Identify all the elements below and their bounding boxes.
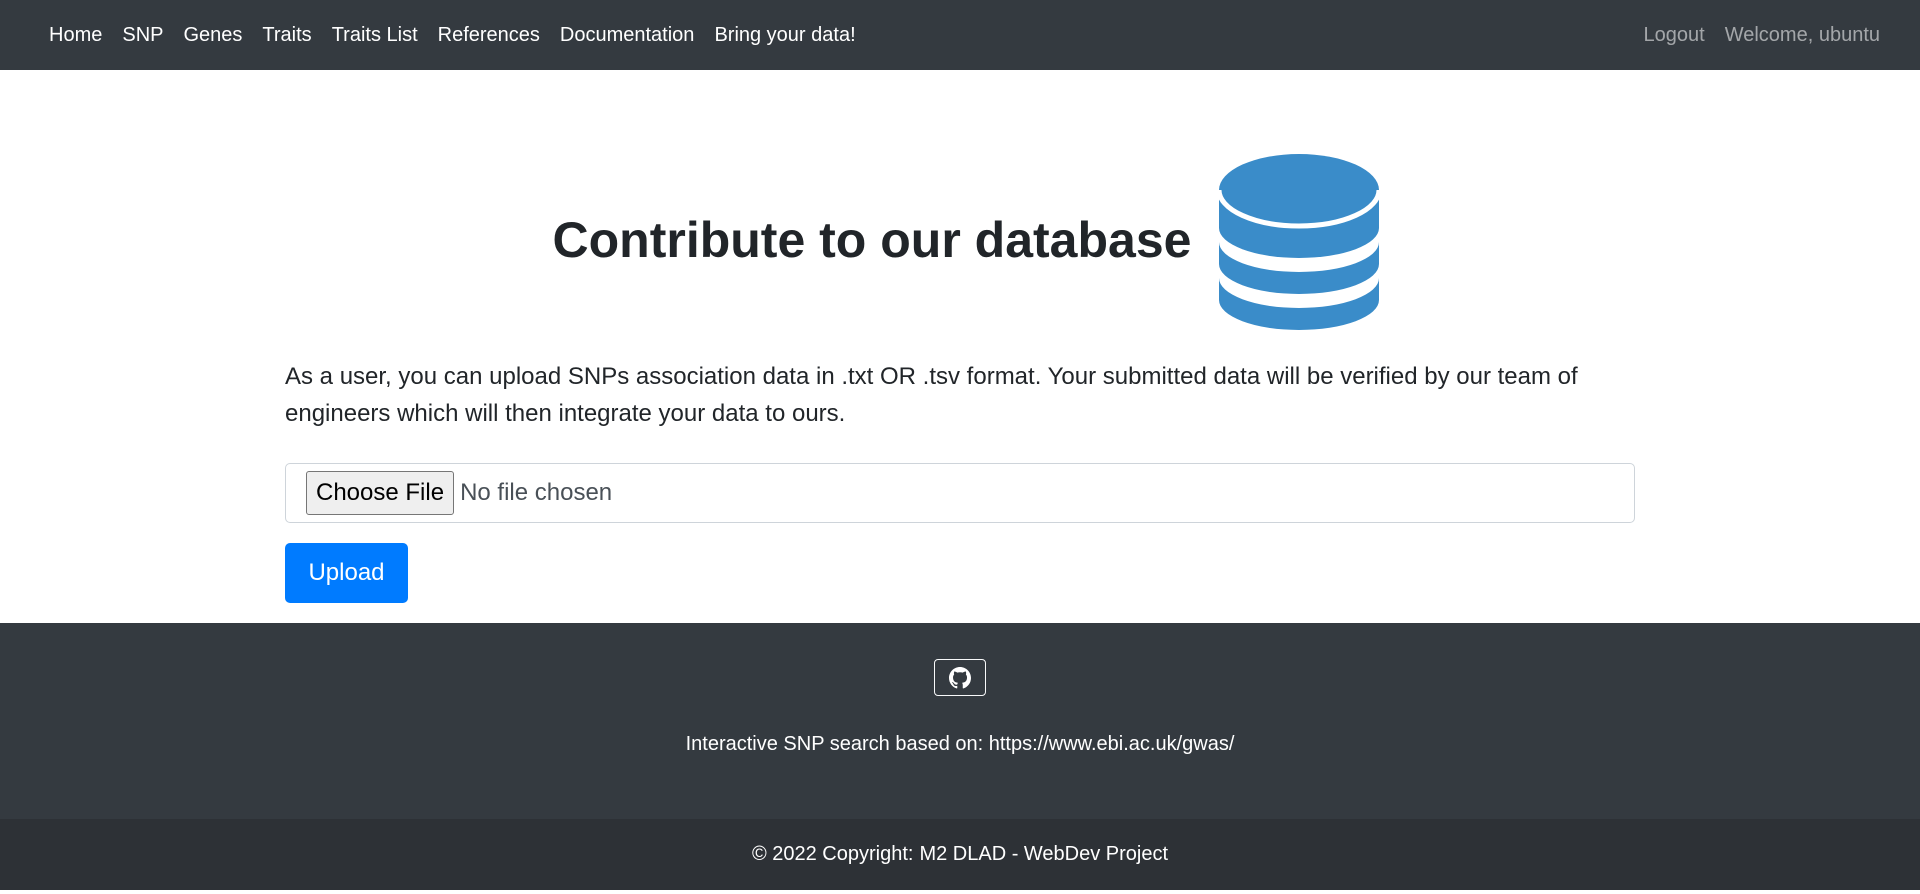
nav-references[interactable]: References	[438, 0, 540, 70]
upload-button[interactable]: Upload	[285, 543, 408, 603]
choose-file-button[interactable]: Choose File	[306, 471, 455, 515]
nav-bring-your-data[interactable]: Bring your data!	[714, 0, 855, 70]
nav-genes[interactable]: Genes	[183, 0, 242, 70]
footer: Interactive SNP search based on: https:/…	[0, 623, 1920, 819]
footer-source-text: Interactive SNP search based on: https:/…	[0, 733, 1920, 756]
file-status-text: No file chosen	[460, 479, 613, 506]
footer-source-prefix: Interactive SNP search based on:	[685, 733, 984, 755]
copyright-bar: © 2022 Copyright: M2 DLAD - WebDev Proje…	[0, 819, 1920, 890]
github-icon	[949, 666, 971, 688]
nav-user-area: Logout Welcome, ubuntu	[1624, 0, 1880, 70]
page-title: Contribute to our database	[552, 212, 1192, 268]
github-button[interactable]	[934, 659, 986, 696]
file-input[interactable]: Choose File No file chosen	[285, 463, 1635, 523]
copyright-prefix: © 2022 Copyright:	[751, 843, 914, 865]
top-navbar: Home SNP Genes Traits Traits List Refere…	[0, 0, 1920, 70]
database-icon	[1219, 154, 1380, 330]
nav-home[interactable]: Home	[49, 0, 102, 70]
gwas-link[interactable]: https://www.ebi.ac.uk/gwas/	[989, 733, 1235, 755]
main-content: Contribute to our database As a user, yo…	[0, 70, 1920, 623]
welcome-user-link[interactable]: Welcome, ubuntu	[1725, 0, 1880, 70]
copyright-link[interactable]: M2 DLAD - WebDev Project	[919, 843, 1168, 866]
nav-traits[interactable]: Traits	[262, 0, 311, 70]
nav-snp[interactable]: SNP	[122, 0, 163, 70]
page-header: Contribute to our database	[0, 150, 1920, 330]
nav-documentation[interactable]: Documentation	[560, 0, 695, 70]
logout-link[interactable]: Logout	[1644, 0, 1705, 70]
nav-traits-list[interactable]: Traits List	[332, 0, 418, 70]
upload-description: As a user, you can upload SNPs associati…	[285, 363, 1578, 427]
nav-links: Home SNP Genes Traits Traits List Refere…	[49, 0, 876, 70]
